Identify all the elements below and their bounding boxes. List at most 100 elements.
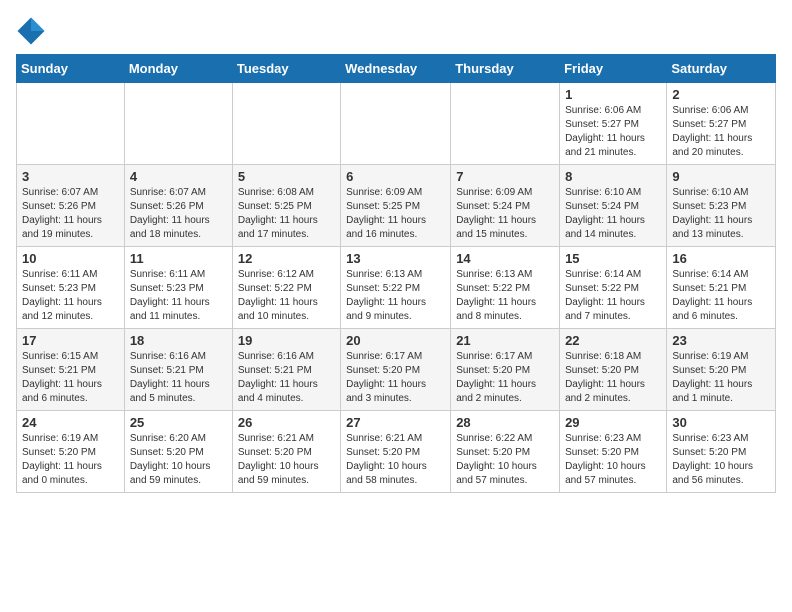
day-number: 27 [346,415,445,430]
day-number: 1 [565,87,661,102]
day-number: 8 [565,169,661,184]
calendar-cell: 20 Sunrise: 6:17 AM Sunset: 5:20 PM Dayli… [341,329,451,411]
day-info: Sunrise: 6:09 AM Sunset: 5:24 PM Dayligh… [456,186,554,242]
day-info: Sunrise: 6:11 AM Sunset: 5:23 PM Dayligh… [22,268,119,324]
day-number: 6 [346,169,445,184]
calendar-cell: 19 Sunrise: 6:16 AM Sunset: 5:21 PM Dayli… [232,329,340,411]
calendar-week-row: 1 Sunrise: 6:06 AM Sunset: 5:27 PM Daylig… [17,83,776,165]
day-info: Sunrise: 6:17 AM Sunset: 5:20 PM Dayligh… [456,350,554,406]
calendar-cell: 24Sunrise: 6:19 AM Sunset: 5:20 PM Dayli… [17,411,125,493]
day-number: 21 [456,333,554,348]
day-number: 29 [565,415,661,430]
day-info: Sunrise: 6:06 AM Sunset: 5:27 PM Dayligh… [672,104,770,160]
calendar-cell: 18Sunrise: 6:16 AM Sunset: 5:21 PM Dayli… [124,329,232,411]
day-info: Sunrise: 6:13 AM Sunset: 5:22 PM Dayligh… [456,268,554,324]
day-info: Sunrise: 6:21 AM Sunset: 5:20 PM Dayligh… [238,432,335,488]
calendar-week-row: 3 Sunrise: 6:07 AM Sunset: 5:26 PM Daylig… [17,165,776,247]
day-info: Sunrise: 6:14 AM Sunset: 5:21 PM Dayligh… [672,268,770,324]
day-number: 16 [672,251,770,266]
day-info: Sunrise: 6:10 AM Sunset: 5:23 PM Dayligh… [672,186,770,242]
calendar-cell: 22 Sunrise: 6:18 AM Sunset: 5:20 PM Dayli… [560,329,667,411]
page-header [16,16,776,46]
day-info: Sunrise: 6:18 AM Sunset: 5:20 PM Dayligh… [565,350,661,406]
day-number: 11 [130,251,227,266]
day-number: 12 [238,251,335,266]
day-number: 10 [22,251,119,266]
day-info: Sunrise: 6:14 AM Sunset: 5:22 PM Dayligh… [565,268,661,324]
calendar-cell: 28Sunrise: 6:22 AM Sunset: 5:20 PM Dayli… [451,411,560,493]
day-number: 22 [565,333,661,348]
calendar-cell: 7Sunrise: 6:09 AM Sunset: 5:24 PM Daylig… [451,165,560,247]
calendar-cell: 3 Sunrise: 6:07 AM Sunset: 5:26 PM Daylig… [17,165,125,247]
calendar-header-saturday: Saturday [667,55,776,83]
day-info: Sunrise: 6:20 AM Sunset: 5:20 PM Dayligh… [130,432,227,488]
day-info: Sunrise: 6:11 AM Sunset: 5:23 PM Dayligh… [130,268,227,324]
day-number: 17 [22,333,119,348]
calendar-cell: 21 Sunrise: 6:17 AM Sunset: 5:20 PM Dayli… [451,329,560,411]
calendar-cell: 27 Sunrise: 6:21 AM Sunset: 5:20 PM Dayli… [341,411,451,493]
logo [16,16,50,46]
calendar-header-wednesday: Wednesday [341,55,451,83]
day-number: 3 [22,169,119,184]
day-info: Sunrise: 6:21 AM Sunset: 5:20 PM Dayligh… [346,432,445,488]
calendar-table: SundayMondayTuesdayWednesdayThursdayFrid… [16,54,776,493]
calendar-cell: 17 Sunrise: 6:15 AM Sunset: 5:21 PM Dayli… [17,329,125,411]
day-number: 23 [672,333,770,348]
calendar-header-sunday: Sunday [17,55,125,83]
calendar-cell [124,83,232,165]
day-number: 26 [238,415,335,430]
day-info: Sunrise: 6:16 AM Sunset: 5:21 PM Dayligh… [238,350,335,406]
calendar-cell: 1Sunrise: 6:06 AM Sunset: 5:27 PM Daylig… [560,83,667,165]
day-info: Sunrise: 6:23 AM Sunset: 5:20 PM Dayligh… [565,432,661,488]
calendar-header-tuesday: Tuesday [232,55,340,83]
calendar-header-thursday: Thursday [451,55,560,83]
day-number: 4 [130,169,227,184]
day-info: Sunrise: 6:07 AM Sunset: 5:26 PM Dayligh… [22,186,119,242]
calendar-header-friday: Friday [560,55,667,83]
calendar-cell: 4Sunrise: 6:07 AM Sunset: 5:26 PM Daylig… [124,165,232,247]
calendar-header-monday: Monday [124,55,232,83]
day-info: Sunrise: 6:12 AM Sunset: 5:22 PM Dayligh… [238,268,335,324]
calendar-cell: 23 Sunrise: 6:19 AM Sunset: 5:20 PM Dayli… [667,329,776,411]
calendar-cell: 16 Sunrise: 6:14 AM Sunset: 5:21 PM Dayli… [667,247,776,329]
calendar-cell: 30 Sunrise: 6:23 AM Sunset: 5:20 PM Dayli… [667,411,776,493]
calendar-cell: 26 Sunrise: 6:21 AM Sunset: 5:20 PM Dayli… [232,411,340,493]
calendar-cell [451,83,560,165]
calendar-cell: 12 Sunrise: 6:12 AM Sunset: 5:22 PM Dayli… [232,247,340,329]
calendar-cell: 9 Sunrise: 6:10 AM Sunset: 5:23 PM Daylig… [667,165,776,247]
day-info: Sunrise: 6:19 AM Sunset: 5:20 PM Dayligh… [672,350,770,406]
logo-icon [16,16,46,46]
day-number: 5 [238,169,335,184]
calendar-cell: 2 Sunrise: 6:06 AM Sunset: 5:27 PM Daylig… [667,83,776,165]
calendar-header-row: SundayMondayTuesdayWednesdayThursdayFrid… [17,55,776,83]
day-number: 30 [672,415,770,430]
day-info: Sunrise: 6:10 AM Sunset: 5:24 PM Dayligh… [565,186,661,242]
calendar-cell [341,83,451,165]
calendar-cell [17,83,125,165]
day-number: 14 [456,251,554,266]
day-number: 9 [672,169,770,184]
day-number: 2 [672,87,770,102]
day-info: Sunrise: 6:23 AM Sunset: 5:20 PM Dayligh… [672,432,770,488]
calendar-cell: 15 Sunrise: 6:14 AM Sunset: 5:22 PM Dayli… [560,247,667,329]
calendar-week-row: 17 Sunrise: 6:15 AM Sunset: 5:21 PM Dayli… [17,329,776,411]
day-number: 25 [130,415,227,430]
calendar-week-row: 10 Sunrise: 6:11 AM Sunset: 5:23 PM Dayli… [17,247,776,329]
day-number: 19 [238,333,335,348]
day-number: 13 [346,251,445,266]
day-info: Sunrise: 6:22 AM Sunset: 5:20 PM Dayligh… [456,432,554,488]
calendar-cell: 5 Sunrise: 6:08 AM Sunset: 5:25 PM Daylig… [232,165,340,247]
calendar-cell: 10 Sunrise: 6:11 AM Sunset: 5:23 PM Dayli… [17,247,125,329]
calendar-week-row: 24Sunrise: 6:19 AM Sunset: 5:20 PM Dayli… [17,411,776,493]
calendar-cell: 25 Sunrise: 6:20 AM Sunset: 5:20 PM Dayli… [124,411,232,493]
day-info: Sunrise: 6:08 AM Sunset: 5:25 PM Dayligh… [238,186,335,242]
day-info: Sunrise: 6:15 AM Sunset: 5:21 PM Dayligh… [22,350,119,406]
day-number: 20 [346,333,445,348]
day-info: Sunrise: 6:17 AM Sunset: 5:20 PM Dayligh… [346,350,445,406]
day-number: 15 [565,251,661,266]
calendar-cell [232,83,340,165]
day-info: Sunrise: 6:19 AM Sunset: 5:20 PM Dayligh… [22,432,119,488]
calendar-cell: 8 Sunrise: 6:10 AM Sunset: 5:24 PM Daylig… [560,165,667,247]
calendar-cell: 14 Sunrise: 6:13 AM Sunset: 5:22 PM Dayli… [451,247,560,329]
day-number: 18 [130,333,227,348]
